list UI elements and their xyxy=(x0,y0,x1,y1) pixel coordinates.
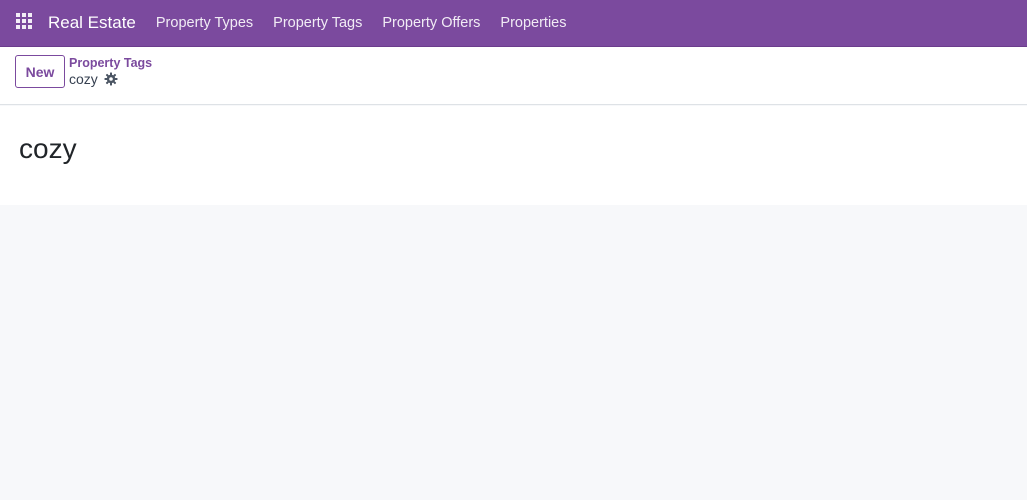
record-name[interactable]: cozy xyxy=(19,132,77,166)
gear-icon[interactable] xyxy=(104,72,118,86)
top-navbar: Real Estate Property Types Property Tags… xyxy=(0,0,1027,47)
breadcrumb-parent-link[interactable]: Property Tags xyxy=(69,55,152,71)
menu-item-properties[interactable]: Properties xyxy=(490,15,576,31)
menu-item-property-types[interactable]: Property Types xyxy=(146,15,263,31)
breadcrumb-current: cozy xyxy=(69,71,98,87)
form-sheet: cozy xyxy=(0,106,1027,205)
app-brand[interactable]: Real Estate xyxy=(48,13,136,33)
empty-background xyxy=(0,205,1027,500)
breadcrumb-current-row: cozy xyxy=(69,71,152,87)
control-panel: New Property Tags cozy xyxy=(0,47,1027,105)
apps-grid-icon[interactable] xyxy=(16,13,36,33)
new-button[interactable]: New xyxy=(15,55,65,88)
menu-item-property-tags[interactable]: Property Tags xyxy=(263,15,372,31)
menu-item-property-offers[interactable]: Property Offers xyxy=(372,15,490,31)
breadcrumb: Property Tags cozy xyxy=(69,55,152,87)
